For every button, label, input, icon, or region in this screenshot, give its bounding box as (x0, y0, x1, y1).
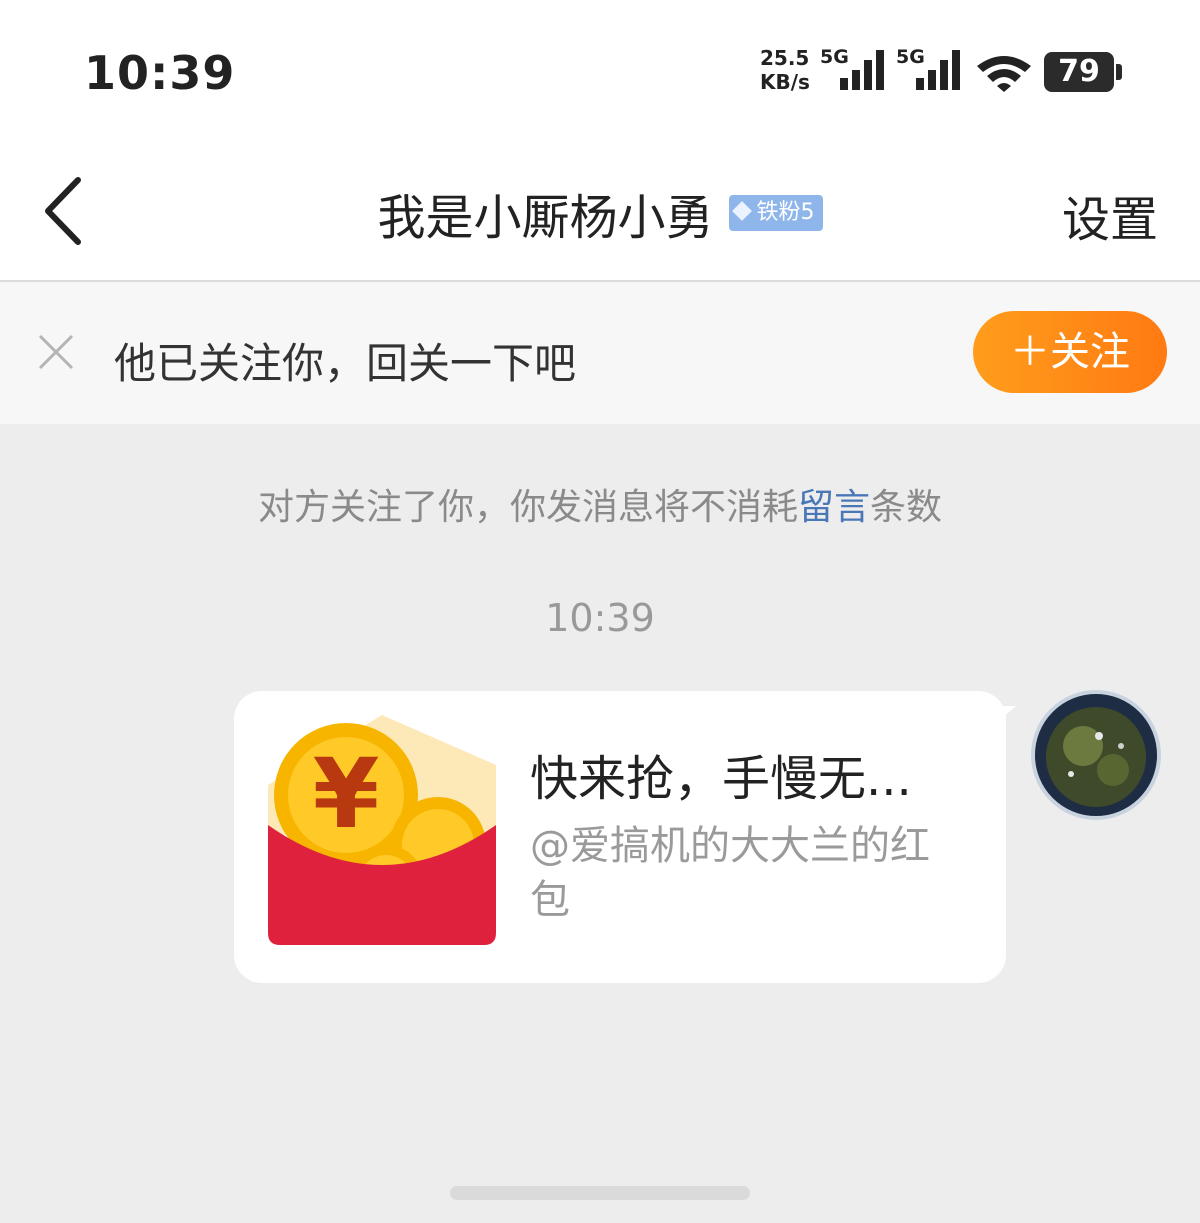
avatar[interactable] (1031, 690, 1161, 820)
follow-back-bar: 他已关注你，回关一下吧 ＋关注 (0, 282, 1200, 424)
system-note-text: 对方关注了你，你发消息将不消耗 (257, 487, 798, 528)
system-note-text-end: 条数 (870, 487, 943, 528)
network-speed-unit: KB/s (760, 70, 810, 94)
close-icon (38, 334, 74, 370)
avatar-image (1035, 694, 1157, 816)
bubble-tail (1000, 706, 1016, 720)
message-quota-link[interactable]: 留言 (798, 487, 870, 528)
fan-level-badge: 铁粉5 (728, 195, 823, 231)
follow-prompt-text: 他已关注你，回关一下吧 (114, 339, 577, 388)
status-time: 10:39 (84, 46, 236, 100)
network-speed-value: 25.5 (760, 46, 810, 70)
status-bar: 10:39 25.5 KB/s 5G 5G 79 (0, 0, 1200, 140)
message-timestamp: 10:39 (545, 596, 655, 640)
diamond-icon (731, 201, 752, 221)
home-indicator[interactable] (450, 1186, 750, 1200)
header-title-group: 我是小厮杨小勇 铁粉5 (0, 178, 1200, 248)
system-note: 对方关注了你，你发消息将不消耗留言条数 (0, 478, 1200, 530)
chat-header: 我是小厮杨小勇 铁粉5 设置 (0, 140, 1200, 282)
message-title: 快来抢，手慢无... (530, 751, 912, 807)
battery-icon: 79 (1044, 52, 1122, 92)
svg-text:¥: ¥ (313, 738, 380, 850)
close-button[interactable] (36, 332, 76, 372)
message-subtitle: @爱搞机的大大兰的红包 (530, 823, 930, 923)
fan-level-label: 铁粉5 (756, 200, 815, 225)
page-title: 我是小厮杨小勇 (377, 190, 714, 246)
network-speed: 25.5 KB/s (760, 46, 818, 94)
follow-button[interactable]: ＋关注 (973, 311, 1167, 393)
settings-button[interactable]: 设置 (1062, 180, 1158, 250)
wifi-icon (977, 56, 1031, 92)
red-packet-message[interactable]: ¥ 快来抢，手慢无... @爱搞机的大大兰的红包 (234, 691, 1006, 983)
red-envelope-icon: ¥ (268, 715, 496, 945)
